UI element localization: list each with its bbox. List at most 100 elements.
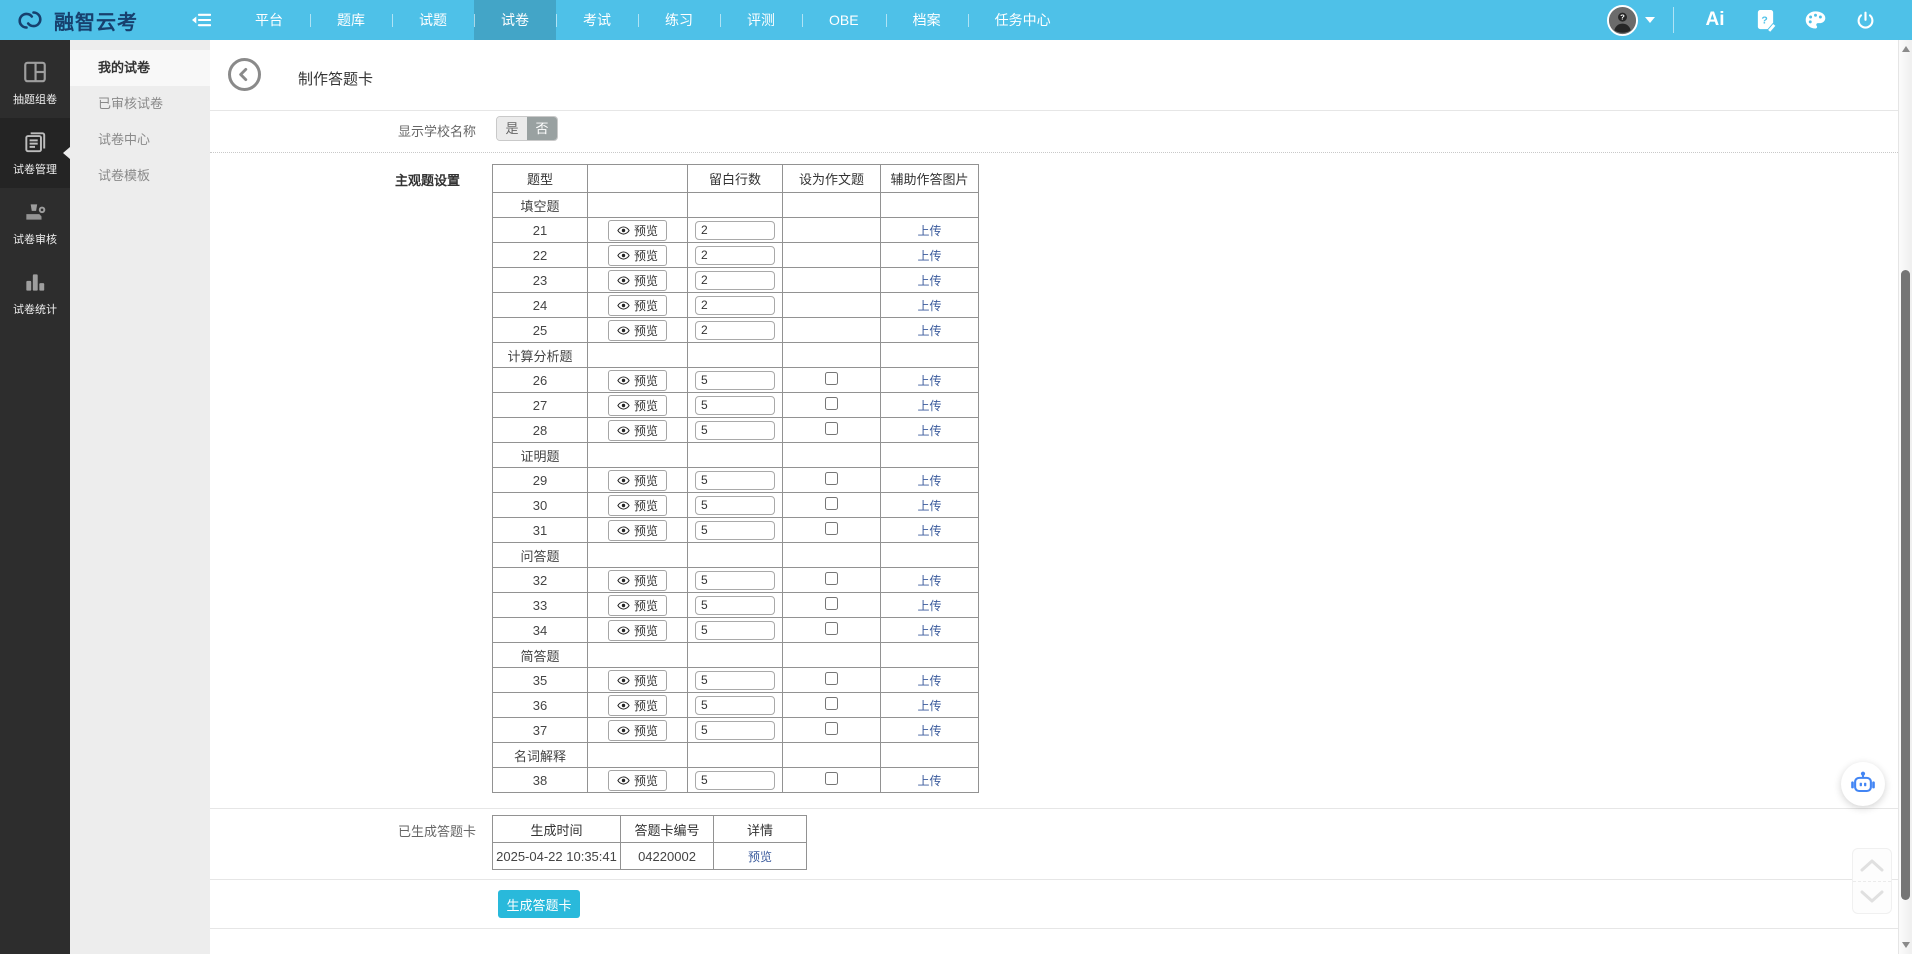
upload-link[interactable]: 上传 — [917, 274, 941, 288]
blank-lines-input[interactable] — [695, 521, 775, 540]
preview-button[interactable]: 预览 — [608, 320, 667, 341]
sidebar-item-draw-questions[interactable]: 抽题组卷 — [0, 48, 70, 118]
blank-lines-input[interactable] — [695, 296, 775, 315]
essay-checkbox[interactable] — [825, 772, 838, 785]
sidebar-item-paper-review[interactable]: 试卷审核 — [0, 188, 70, 258]
submenu-item-paper-center[interactable]: 试卷中心 — [70, 122, 210, 158]
nav-item-evaluation[interactable]: 评测 — [720, 0, 802, 40]
preview-button[interactable]: 预览 — [608, 595, 667, 616]
upload-link[interactable]: 上传 — [917, 324, 941, 338]
blank-lines-input[interactable] — [695, 221, 775, 240]
preview-button[interactable]: 预览 — [608, 670, 667, 691]
preview-button[interactable]: 预览 — [608, 695, 667, 716]
blank-lines-input[interactable] — [695, 421, 775, 440]
upload-link[interactable]: 上传 — [917, 249, 941, 263]
upload-link[interactable]: 上传 — [917, 499, 941, 513]
preview-button[interactable]: 预览 — [608, 245, 667, 266]
help-doc-icon[interactable]: ? — [1753, 8, 1777, 32]
sidebar-item-paper-statistics[interactable]: 试卷统计 — [0, 258, 70, 328]
blank-lines-input[interactable] — [695, 321, 775, 340]
essay-checkbox[interactable] — [825, 572, 838, 585]
avatar[interactable]: ? — [1607, 5, 1638, 36]
scrollbar-thumb[interactable] — [1901, 270, 1910, 900]
upload-link[interactable]: 上传 — [917, 774, 941, 788]
upload-link[interactable]: 上传 — [917, 674, 941, 688]
nav-item-papers[interactable]: 试卷 — [474, 0, 556, 40]
user-menu[interactable]: ? — [1607, 5, 1655, 36]
preview-button[interactable]: 预览 — [608, 270, 667, 291]
blank-lines-input[interactable] — [695, 696, 775, 715]
upload-link[interactable]: 上传 — [917, 724, 941, 738]
preview-button[interactable]: 预览 — [608, 770, 667, 791]
blank-lines-input[interactable] — [695, 246, 775, 265]
collapse-menu-icon[interactable] — [190, 9, 212, 31]
ai-assistant-icon[interactable]: Ai — [1703, 8, 1727, 32]
preview-button[interactable]: 预览 — [608, 520, 667, 541]
nav-item-platform[interactable]: 平台 — [228, 0, 310, 40]
blank-lines-input[interactable] — [695, 621, 775, 640]
preview-button[interactable]: 预览 — [608, 570, 667, 591]
upload-link[interactable]: 上传 — [917, 399, 941, 413]
blank-lines-input[interactable] — [695, 571, 775, 590]
nav-item-obe[interactable]: OBE — [802, 0, 886, 40]
upload-link[interactable]: 上传 — [917, 624, 941, 638]
nav-item-task-center[interactable]: 任务中心 — [968, 0, 1078, 40]
toggle-no-button[interactable]: 否 — [527, 117, 557, 140]
essay-checkbox[interactable] — [825, 372, 838, 385]
power-icon[interactable] — [1853, 8, 1877, 32]
blank-lines-input[interactable] — [695, 471, 775, 490]
essay-checkbox[interactable] — [825, 397, 838, 410]
blank-lines-input[interactable] — [695, 371, 775, 390]
theme-palette-icon[interactable] — [1803, 8, 1827, 32]
upload-link[interactable]: 上传 — [917, 374, 941, 388]
blank-lines-input[interactable] — [695, 771, 775, 790]
toggle-yes-button[interactable]: 是 — [497, 117, 527, 140]
preview-button[interactable]: 预览 — [608, 220, 667, 241]
preview-button[interactable]: 预览 — [608, 395, 667, 416]
preview-button[interactable]: 预览 — [608, 420, 667, 441]
upload-link[interactable]: 上传 — [917, 699, 941, 713]
nav-item-exams[interactable]: 考试 — [556, 0, 638, 40]
nav-item-questions[interactable]: 试题 — [392, 0, 474, 40]
scroll-up-button[interactable] — [1853, 849, 1891, 882]
blank-lines-input[interactable] — [695, 596, 775, 615]
essay-checkbox[interactable] — [825, 697, 838, 710]
preview-card-link[interactable]: 预览 — [748, 850, 772, 864]
essay-checkbox[interactable] — [825, 522, 838, 535]
preview-button[interactable]: 预览 — [608, 620, 667, 641]
preview-button[interactable]: 预览 — [608, 295, 667, 316]
scroll-down-button[interactable] — [1853, 882, 1891, 914]
preview-button[interactable]: 预览 — [608, 470, 667, 491]
blank-lines-input[interactable] — [695, 721, 775, 740]
blank-lines-input[interactable] — [695, 271, 775, 290]
back-button[interactable] — [228, 58, 261, 91]
essay-checkbox[interactable] — [825, 597, 838, 610]
sidebar-item-paper-management[interactable]: 试卷管理 — [0, 118, 70, 188]
preview-button[interactable]: 预览 — [608, 370, 667, 391]
scrollbar-down-arrow[interactable] — [1899, 938, 1912, 952]
essay-checkbox[interactable] — [825, 672, 838, 685]
upload-link[interactable]: 上传 — [917, 599, 941, 613]
ai-robot-button[interactable] — [1841, 762, 1885, 806]
submenu-item-paper-templates[interactable]: 试卷模板 — [70, 158, 210, 194]
upload-link[interactable]: 上传 — [917, 299, 941, 313]
nav-item-practice[interactable]: 练习 — [638, 0, 720, 40]
essay-checkbox[interactable] — [825, 472, 838, 485]
upload-link[interactable]: 上传 — [917, 524, 941, 538]
preview-button[interactable]: 预览 — [608, 495, 667, 516]
essay-checkbox[interactable] — [825, 722, 838, 735]
preview-button[interactable]: 预览 — [608, 720, 667, 741]
essay-checkbox[interactable] — [825, 497, 838, 510]
generate-answer-card-button[interactable]: 生成答题卡 — [498, 890, 580, 918]
nav-item-question-bank[interactable]: 题库 — [310, 0, 392, 40]
scrollbar-up-arrow[interactable] — [1899, 42, 1912, 56]
blank-lines-input[interactable] — [695, 396, 775, 415]
submenu-item-reviewed-papers[interactable]: 已审核试卷 — [70, 86, 210, 122]
blank-lines-input[interactable] — [695, 496, 775, 515]
essay-checkbox[interactable] — [825, 422, 838, 435]
upload-link[interactable]: 上传 — [917, 224, 941, 238]
blank-lines-input[interactable] — [695, 671, 775, 690]
essay-checkbox[interactable] — [825, 622, 838, 635]
upload-link[interactable]: 上传 — [917, 424, 941, 438]
upload-link[interactable]: 上传 — [917, 574, 941, 588]
